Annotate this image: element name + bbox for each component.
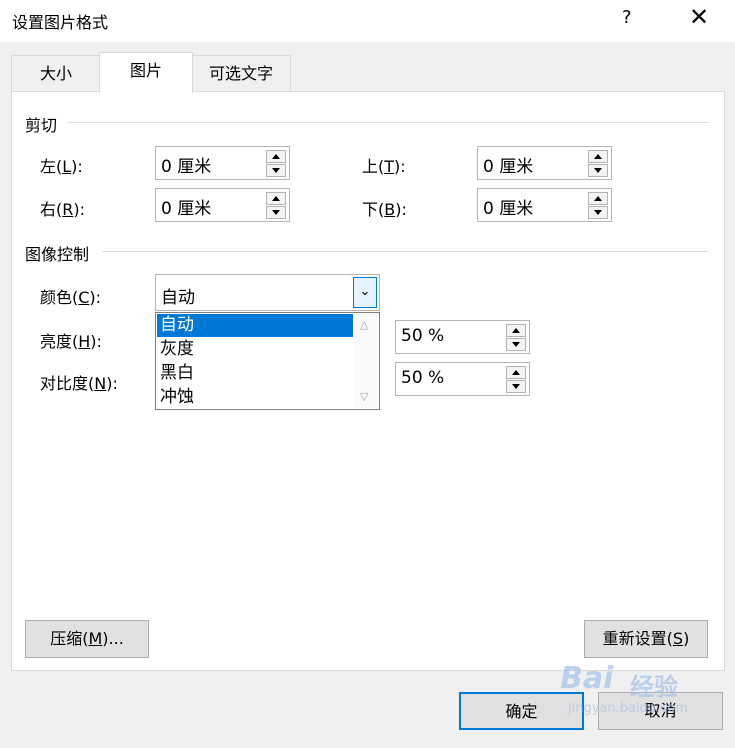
- crop-top-spinner[interactable]: 0 厘米: [477, 146, 612, 180]
- triangle-down-icon: [594, 210, 602, 215]
- triangle-down-icon: [594, 168, 602, 173]
- triangle-down-icon: [512, 384, 520, 389]
- tab-size[interactable]: 大小: [11, 55, 101, 92]
- close-button[interactable]: ✕: [687, 4, 711, 30]
- spin-down-button[interactable]: [266, 164, 286, 177]
- triangle-down-icon: [272, 168, 280, 173]
- color-option-washout[interactable]: 冲蚀: [157, 386, 353, 409]
- baidu-watermark: Bai 经验 jingyan.baidu.com: [560, 655, 730, 735]
- triangle-down-icon: [272, 210, 280, 215]
- crop-left-label: 左(L):: [40, 157, 83, 176]
- image-control-heading: 图像控制: [25, 245, 90, 264]
- watermark-url: jingyan.baidu.com: [568, 701, 688, 716]
- crop-right-label: 右(R):: [40, 200, 86, 219]
- crop-top-value[interactable]: 0 厘米: [483, 152, 533, 177]
- tab-picture[interactable]: 图片: [99, 52, 193, 93]
- spin-up-button[interactable]: [506, 324, 526, 337]
- brightness-spinner[interactable]: 50 %: [395, 320, 530, 354]
- image-control-divider: [102, 251, 709, 252]
- brightness-value[interactable]: 50 %: [401, 326, 444, 346]
- scroll-up-icon[interactable]: △: [360, 318, 368, 331]
- spin-up-button[interactable]: [506, 366, 526, 379]
- spin-down-button[interactable]: [266, 206, 286, 219]
- color-option-grayscale[interactable]: 灰度: [157, 338, 353, 361]
- spin-up-button[interactable]: [588, 192, 608, 205]
- crop-right-spinner[interactable]: 0 厘米: [155, 188, 290, 222]
- spin-down-button[interactable]: [506, 338, 526, 351]
- dialog-title: 设置图片格式: [12, 13, 109, 32]
- triangle-up-icon: [272, 196, 280, 201]
- triangle-up-icon: [272, 154, 280, 159]
- color-option-auto[interactable]: 自动: [157, 314, 353, 337]
- triangle-up-icon: [594, 154, 602, 159]
- tab-alt-text[interactable]: 可选文字: [191, 55, 291, 92]
- triangle-up-icon: [512, 370, 520, 375]
- color-select-value: 自动: [161, 288, 195, 308]
- color-dropdown-list[interactable]: 自动 灰度 黑白 冲蚀 △ ▽: [155, 312, 380, 410]
- scroll-down-icon[interactable]: ▽: [360, 390, 368, 403]
- spin-down-button[interactable]: [588, 206, 608, 219]
- watermark-jingyan: 经验: [630, 673, 678, 701]
- crop-left-value[interactable]: 0 厘米: [161, 152, 211, 177]
- triangle-up-icon: [512, 328, 520, 333]
- contrast-spinner[interactable]: 50 %: [395, 362, 530, 396]
- spin-down-button[interactable]: [506, 380, 526, 393]
- spin-up-button[interactable]: [266, 150, 286, 163]
- compress-button[interactable]: 压缩(M)...: [25, 620, 149, 658]
- crop-left-spinner[interactable]: 0 厘米: [155, 146, 290, 180]
- crop-top-label: 上(T):: [362, 157, 406, 176]
- crop-divider: [68, 122, 709, 123]
- chevron-down-icon[interactable]: ⌄: [353, 277, 377, 308]
- crop-bottom-label: 下(B):: [362, 200, 407, 219]
- crop-right-value[interactable]: 0 厘米: [161, 194, 211, 219]
- spin-down-button[interactable]: [588, 164, 608, 177]
- crop-heading: 剪切: [25, 116, 58, 135]
- triangle-down-icon: [512, 342, 520, 347]
- reset-button[interactable]: 重新设置(S): [584, 620, 708, 658]
- color-select[interactable]: 自动 ⌄: [155, 274, 380, 311]
- crop-bottom-spinner[interactable]: 0 厘米: [477, 188, 612, 222]
- contrast-value[interactable]: 50 %: [401, 368, 444, 388]
- help-button[interactable]: ?: [622, 7, 632, 28]
- brightness-label: 亮度(H):: [40, 332, 102, 351]
- contrast-label: 对比度(N):: [40, 374, 118, 393]
- spin-up-button[interactable]: [588, 150, 608, 163]
- color-option-black-white[interactable]: 黑白: [157, 362, 353, 385]
- spin-up-button[interactable]: [266, 192, 286, 205]
- dropdown-scrollbar[interactable]: △ ▽: [354, 314, 378, 408]
- watermark-brand: Bai: [560, 661, 614, 696]
- color-label: 颜色(C):: [40, 288, 102, 307]
- crop-bottom-value[interactable]: 0 厘米: [483, 194, 533, 219]
- triangle-up-icon: [594, 196, 602, 201]
